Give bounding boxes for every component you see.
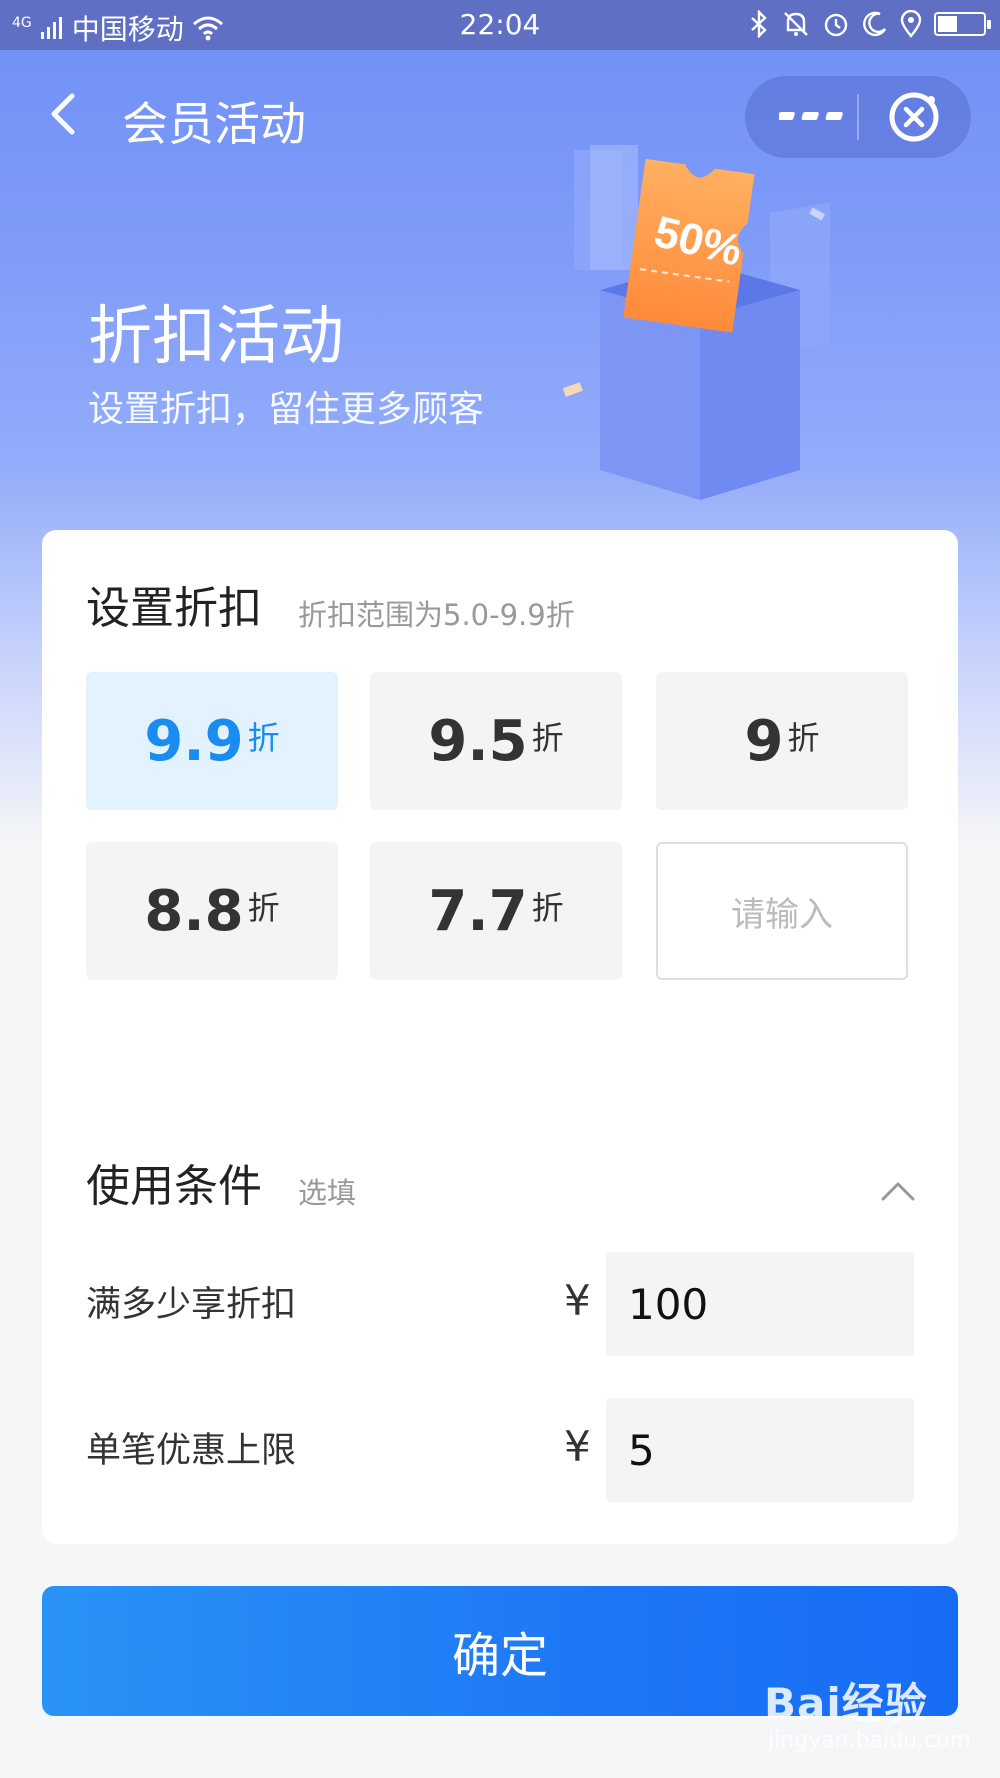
- custom-discount-input[interactable]: 请输入: [656, 842, 908, 980]
- discount-range-hint: 折扣范围为5.0-9.9折: [298, 598, 575, 632]
- watermark: Bai经验 jingyan.baidu.com: [764, 1670, 971, 1770]
- location-icon: [900, 10, 922, 38]
- threshold-currency: ¥: [564, 1276, 591, 1325]
- discount-option-unit: 折: [531, 889, 564, 927]
- discount-option-9[interactable]: 9折: [656, 672, 908, 810]
- discount-option-value: 9: [744, 708, 784, 774]
- cap-amount-input[interactable]: 5: [606, 1398, 914, 1502]
- discount-option-9-9[interactable]: 9.9 折: [86, 672, 338, 810]
- page-title: 会员活动: [122, 97, 306, 151]
- bluetooth-icon: [751, 10, 767, 38]
- discount-option-unit: 折: [787, 719, 820, 757]
- watermark-logo: Bai经验: [764, 1679, 928, 1728]
- discount-option-7-7[interactable]: 7.7 折: [370, 842, 622, 980]
- back-arrow-icon[interactable]: [40, 90, 88, 138]
- discount-option-8-8[interactable]: 8.8 折: [86, 842, 338, 980]
- discount-option-value: 9.9: [144, 708, 244, 774]
- moon-icon: [863, 11, 887, 37]
- discount-ticket-illustration: 50%: [562, 145, 830, 500]
- discount-option-9-5[interactable]: 9.5 折: [370, 672, 622, 810]
- discount-option-value: 8.8: [144, 878, 244, 944]
- status-bar: 4G 中国移动 22:04: [0, 0, 1000, 50]
- discount-option-value: 7.7: [428, 878, 528, 944]
- capsule-divider: [857, 94, 859, 140]
- threshold-amount-input[interactable]: 100: [606, 1252, 914, 1356]
- discount-section-title: 设置折扣: [86, 583, 262, 634]
- settings-card: 设置折扣 折扣范围为5.0-9.9折 9.9 折 9.5 折 9折 8.8 折 7.7…: [42, 530, 958, 1544]
- threshold-label: 满多少享折扣: [86, 1285, 297, 1325]
- cap-label: 单笔优惠上限: [86, 1431, 297, 1471]
- alarm-icon: [824, 13, 848, 37]
- discount-option-unit: 折: [247, 719, 280, 757]
- hero-title: 折扣活动: [88, 300, 344, 374]
- battery-icon: [934, 12, 991, 36]
- custom-discount-placeholder: 请输入: [731, 894, 833, 935]
- conditions-section-title: 使用条件: [86, 1161, 262, 1212]
- close-miniprogram-icon[interactable]: [887, 90, 941, 144]
- conditions-optional-hint: 选填: [298, 1176, 357, 1210]
- more-icon[interactable]: [779, 98, 851, 136]
- discount-option-unit: 折: [531, 719, 564, 757]
- watermark-url: jingyan.baidu.com: [768, 1728, 972, 1753]
- status-right: [748, 10, 991, 38]
- discount-option-value: 9.5: [428, 708, 528, 774]
- hero-subtitle: 设置折扣，留住更多顾客: [88, 389, 485, 430]
- cap-currency: ¥: [564, 1422, 591, 1471]
- chevron-up-icon[interactable]: [880, 1180, 916, 1202]
- mute-bell-icon: [784, 12, 808, 36]
- discount-option-unit: 折: [247, 889, 280, 927]
